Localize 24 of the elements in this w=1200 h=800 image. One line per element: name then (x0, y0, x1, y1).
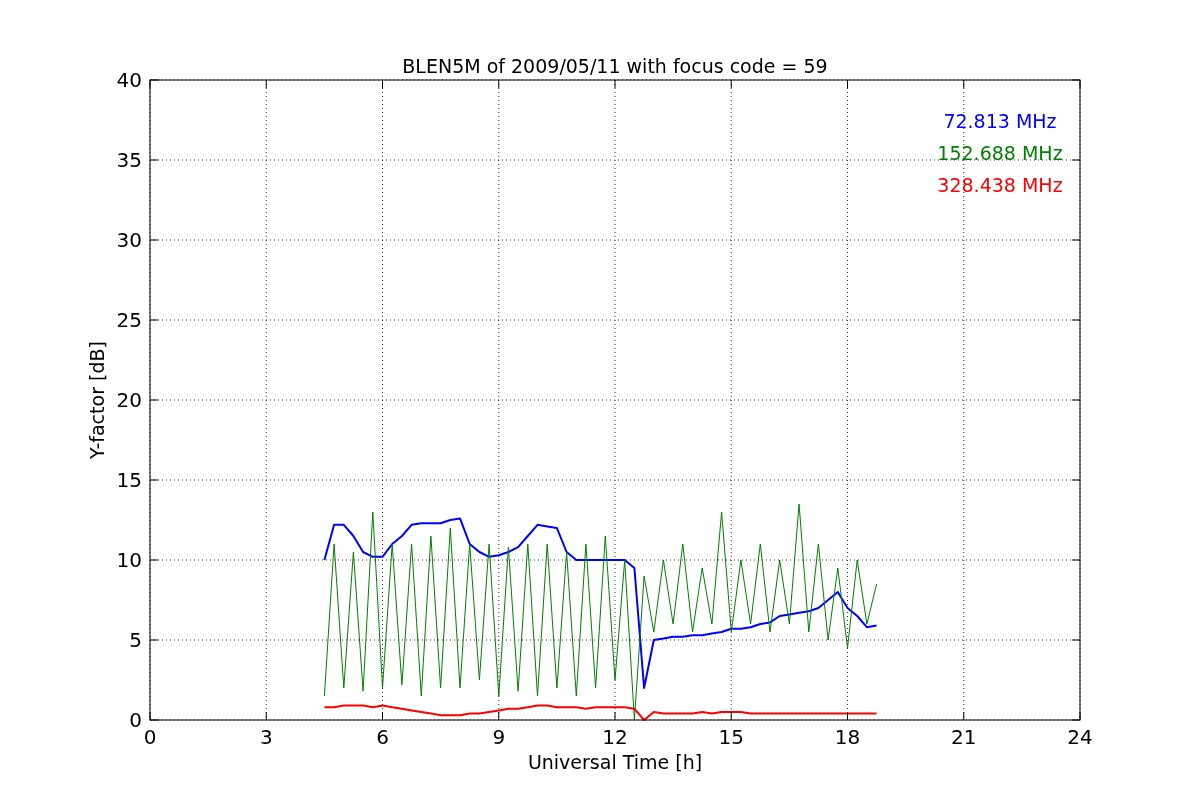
tick-label: 30 (116, 228, 142, 252)
tick-label: 35 (116, 148, 142, 172)
chart-title: BLEN5M of 2009/05/11 with focus code = 59 (402, 55, 828, 77)
tick-label: 0 (129, 708, 142, 732)
tick-label: 10 (116, 548, 142, 572)
series-label: 328.438 MHz (937, 174, 1063, 196)
tick-label: 21 (951, 725, 977, 749)
series-label: 72.813 MHz (943, 110, 1057, 132)
y-axis-label: Y-factor [dB] (86, 341, 108, 459)
x-axis-label: Universal Time [h] (527, 751, 703, 773)
tick-label: 3 (259, 725, 273, 749)
series-label: 152.688 MHz (937, 142, 1063, 164)
tick-label: 9 (492, 725, 506, 749)
tick-label: 12 (602, 725, 628, 749)
tick-label: 18 (834, 725, 861, 749)
tick-label: 40 (116, 68, 142, 92)
tick-label: 20 (116, 388, 142, 412)
tick-label: 6 (376, 725, 389, 749)
tick-label: 25 (116, 308, 142, 332)
tick-label: 0 (143, 725, 157, 749)
tick-label: 24 (1067, 725, 1093, 749)
tick-label: 15 (718, 725, 744, 749)
tick-label: 15 (116, 468, 142, 492)
tick-label: 5 (129, 628, 142, 652)
